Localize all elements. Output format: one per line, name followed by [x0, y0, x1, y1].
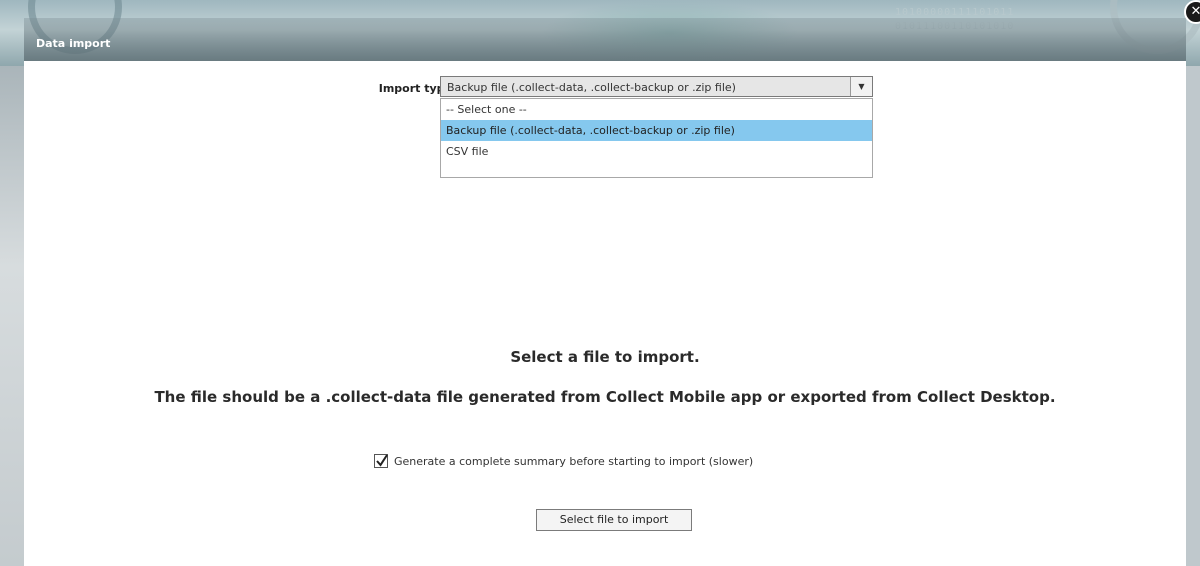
data-import-dialog: Import type Backup file (.collect-data, … [24, 61, 1186, 566]
dropdown-option-csv-file[interactable]: CSV file [441, 141, 872, 162]
background-right-edge [1186, 66, 1200, 566]
import-type-select[interactable]: Backup file (.collect-data, .collect-bac… [440, 76, 873, 97]
dialog-title: Data import [36, 37, 111, 50]
import-type-label: Import type [378, 82, 452, 95]
dropdown-option-select-one[interactable]: -- Select one -- [441, 99, 872, 120]
background-sidebar [0, 66, 24, 566]
dialog-titlebar[interactable]: Data import [24, 18, 1186, 61]
checkmark-icon [376, 454, 388, 467]
dropdown-option-backup-file[interactable]: Backup file (.collect-data, .collect-bac… [441, 120, 872, 141]
chevron-down-icon[interactable]: ▼ [850, 77, 872, 96]
import-type-selected-value: Backup file (.collect-data, .collect-bac… [447, 81, 736, 94]
summary-checkbox[interactable] [374, 454, 388, 468]
summary-checkbox-label: Generate a complete summary before start… [394, 454, 754, 468]
instruction-description: The file should be a .collect-data file … [154, 388, 1056, 406]
select-file-button[interactable]: Select file to import [536, 509, 692, 531]
import-type-dropdown-list: -- Select one -- Backup file (.collect-d… [440, 98, 873, 178]
instruction-title: Select a file to import. [510, 348, 700, 366]
summary-option: Generate a complete summary before start… [374, 452, 753, 470]
